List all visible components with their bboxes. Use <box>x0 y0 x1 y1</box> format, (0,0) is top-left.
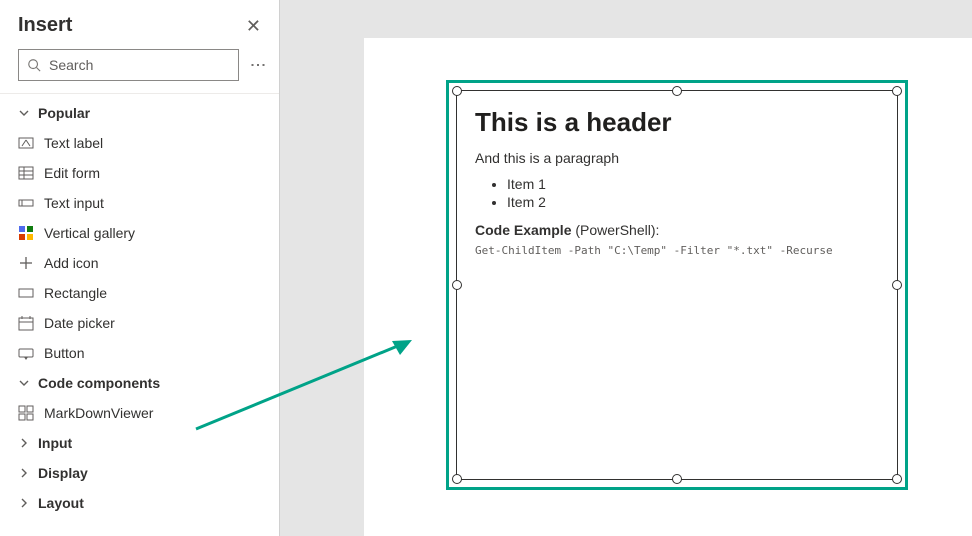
item-label: Text input <box>44 195 104 211</box>
category-popular[interactable]: Popular <box>0 98 279 128</box>
resize-handle[interactable] <box>892 280 902 290</box>
item-edit-form[interactable]: Edit form <box>0 158 279 188</box>
chevron-right-icon <box>18 498 30 508</box>
item-text-input[interactable]: Text input <box>0 188 279 218</box>
item-label: Edit form <box>44 165 100 181</box>
close-icon[interactable]: ✕ <box>246 17 261 35</box>
item-vertical-gallery[interactable]: Vertical gallery <box>0 218 279 248</box>
item-date-picker[interactable]: Date picker <box>0 308 279 338</box>
component-icon <box>18 405 34 421</box>
gallery-icon <box>18 225 34 241</box>
item-label: Button <box>44 345 84 361</box>
edit-form-icon <box>18 165 34 181</box>
search-input[interactable] <box>49 57 230 73</box>
item-label: MarkDownViewer <box>44 405 153 421</box>
item-label: Date picker <box>44 315 115 331</box>
item-rectangle[interactable]: Rectangle <box>0 278 279 308</box>
resize-handle[interactable] <box>892 474 902 484</box>
text-label-icon <box>18 135 34 151</box>
plus-icon <box>18 255 34 271</box>
panel-header: Insert ✕ <box>0 14 279 49</box>
item-label: Rectangle <box>44 285 107 301</box>
search-icon <box>27 58 41 72</box>
resize-handle[interactable] <box>452 474 462 484</box>
button-icon <box>18 345 34 361</box>
item-label: Add icon <box>44 255 98 271</box>
insert-tree: Popular Text label Edit form Text input … <box>0 94 279 518</box>
chevron-down-icon <box>18 108 30 118</box>
markdown-viewer-component[interactable]: This is a header And this is a paragraph… <box>456 90 898 480</box>
preview-code-label: Code Example (PowerShell): <box>475 222 879 238</box>
category-input[interactable]: Input <box>0 428 279 458</box>
chevron-right-icon <box>18 468 30 478</box>
category-label: Layout <box>38 495 84 511</box>
category-label: Popular <box>38 105 90 121</box>
chevron-down-icon <box>18 378 30 388</box>
item-text-label[interactable]: Text label <box>0 128 279 158</box>
category-layout[interactable]: Layout <box>0 488 279 518</box>
item-markdown-viewer[interactable]: MarkDownViewer <box>0 398 279 428</box>
search-row: ⋮ <box>0 49 279 93</box>
more-options-icon[interactable]: ⋮ <box>249 57 265 73</box>
preview-header: This is a header <box>475 107 879 138</box>
resize-handle[interactable] <box>672 86 682 96</box>
panel-title: Insert <box>18 14 72 37</box>
canvas-area[interactable]: This is a header And this is a paragraph… <box>280 0 972 536</box>
category-label: Display <box>38 465 88 481</box>
item-button[interactable]: Button <box>0 338 279 368</box>
category-label: Input <box>38 435 72 451</box>
preview-code: Get-ChildItem -Path "C:\Temp" -Filter "*… <box>475 244 879 257</box>
search-box[interactable] <box>18 49 239 81</box>
category-display[interactable]: Display <box>0 458 279 488</box>
rectangle-icon <box>18 285 34 301</box>
preview-paragraph: And this is a paragraph <box>475 150 879 166</box>
resize-handle[interactable] <box>452 86 462 96</box>
category-code-components[interactable]: Code components <box>0 368 279 398</box>
item-add-icon[interactable]: Add icon <box>0 248 279 278</box>
list-item: Item 2 <box>507 194 879 210</box>
text-input-icon <box>18 195 34 211</box>
resize-handle[interactable] <box>672 474 682 484</box>
list-item: Item 1 <box>507 176 879 192</box>
resize-handle[interactable] <box>452 280 462 290</box>
item-label: Vertical gallery <box>44 225 135 241</box>
insert-panel: Insert ✕ ⋮ Popular Text label Edit form … <box>0 0 280 536</box>
preview-list: Item 1 Item 2 <box>507 176 879 210</box>
calendar-icon <box>18 315 34 331</box>
resize-handle[interactable] <box>892 86 902 96</box>
item-label: Text label <box>44 135 103 151</box>
category-label: Code components <box>38 375 160 391</box>
chevron-right-icon <box>18 438 30 448</box>
